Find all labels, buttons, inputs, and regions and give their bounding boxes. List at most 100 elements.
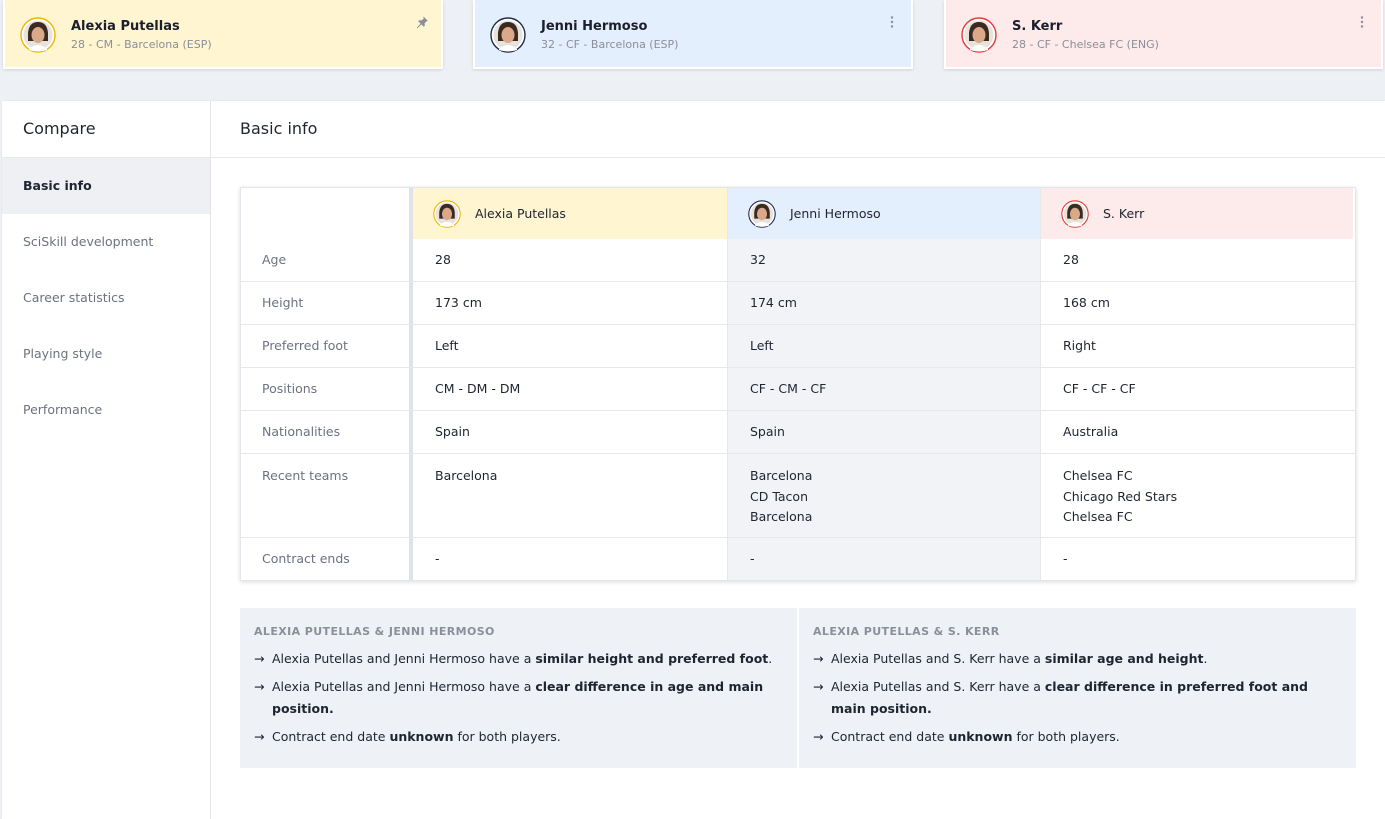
compare-sidebar: Compare Basic info SciSkill development … bbox=[2, 101, 211, 819]
table-header-player-2: Jenni Hermoso bbox=[727, 188, 1040, 239]
table-row: Preferred foot Left Left Right bbox=[241, 324, 1355, 367]
player-avatar bbox=[748, 199, 776, 228]
table-cell: Barcelona CD Tacon Barcelona bbox=[727, 454, 1040, 537]
row-label: Nationalities bbox=[241, 411, 413, 453]
insight-text: Alexia Putellas and S. Kerr have a bbox=[831, 651, 1045, 666]
insight-emphasis: similar age and height bbox=[1044, 651, 1204, 666]
player-name: Jenni Hermoso bbox=[790, 206, 881, 221]
insight-emphasis: unknown bbox=[948, 729, 1013, 744]
table-row: Recent teams Barcelona Barcelona CD Tacon Ba… bbox=[241, 453, 1355, 537]
player-cards: Alexia Putellas 28 - CM - Barcelona (ESP… bbox=[0, 0, 1385, 72]
sidebar-item-performance[interactable]: Performance bbox=[2, 382, 210, 438]
table-cell: Barcelona bbox=[413, 454, 727, 537]
player-avatar bbox=[961, 17, 997, 53]
insight-heading: ALEXIA PUTELLAS & S. KERR bbox=[813, 625, 1000, 638]
table-cell: - bbox=[727, 538, 1040, 580]
table-cell: 173 cm bbox=[435, 295, 482, 310]
divider bbox=[211, 157, 1385, 158]
pin-icon[interactable] bbox=[415, 14, 429, 33]
table-row: Nationalities Spain Spain Australia bbox=[241, 410, 1355, 453]
row-label: Preferred foot bbox=[241, 325, 413, 367]
insight-heading: ALEXIA PUTELLAS & JENNI HERMOSO bbox=[254, 625, 495, 638]
table-row: Height 173 cm 174 cm 168 cm bbox=[241, 281, 1355, 324]
player-avatar bbox=[1061, 199, 1089, 228]
insight-box-2: ALEXIA PUTELLAS & S. KERR → Alexia Putell… bbox=[799, 608, 1356, 768]
insight-emphasis: similar height and preferred foot bbox=[535, 651, 769, 666]
player-name: Jenni Hermoso bbox=[541, 19, 648, 34]
table-header-player-3: S. Kerr bbox=[1040, 188, 1353, 239]
table-cell: CM - DM - DM bbox=[435, 381, 521, 396]
insight-text: Alexia Putellas and Jenni Hermoso have a bbox=[272, 679, 536, 694]
insight-text: Contract end date bbox=[831, 729, 949, 744]
player-meta: 28 - CF - Chelsea FC (ENG) bbox=[1012, 38, 1159, 51]
table-cell: 174 cm bbox=[727, 282, 1040, 324]
insight-text: . bbox=[768, 651, 773, 666]
player-card-1[interactable]: Alexia Putellas 28 - CM - Barcelona (ESP… bbox=[3, 0, 443, 69]
table-cell: - bbox=[1040, 538, 1353, 580]
player-meta: 28 - CM - Barcelona (ESP) bbox=[71, 38, 212, 51]
content-area: Basic info Alexia Putellas Jenni Hermoso… bbox=[211, 101, 1385, 819]
insight-line: → Contract end date unknown for both play… bbox=[254, 726, 783, 748]
row-label: Recent teams bbox=[241, 454, 413, 537]
team-name: CD Tacon bbox=[750, 488, 808, 504]
sidebar-item-playing-style[interactable]: Playing style bbox=[2, 326, 210, 382]
team-name: Chicago Red Stars bbox=[1063, 488, 1178, 504]
table-cell: Australia bbox=[1040, 411, 1353, 453]
table-cell: CF - CM - CF bbox=[727, 368, 1040, 410]
insight-line: → Alexia Putellas and Jenni Hermoso have … bbox=[254, 676, 783, 720]
insight-text: for both players. bbox=[1012, 729, 1120, 744]
table-cell: Spain bbox=[435, 424, 470, 439]
arrow-right-icon: → bbox=[254, 729, 265, 744]
table-cell: CF - CF - CF bbox=[1040, 368, 1353, 410]
more-vertical-icon[interactable] bbox=[885, 14, 899, 33]
comparison-table: Alexia Putellas Jenni Hermoso S. Kerr Ag… bbox=[240, 187, 1356, 581]
team-name: Barcelona bbox=[750, 468, 813, 483]
insight-line: → Alexia Putellas and S. Kerr have a simi… bbox=[813, 648, 1342, 670]
row-label: Height bbox=[241, 282, 413, 324]
row-label: Positions bbox=[241, 368, 413, 410]
row-label: Contract ends bbox=[241, 538, 413, 580]
player-avatar bbox=[20, 17, 56, 53]
compare-panel: Compare Basic info SciSkill development … bbox=[2, 101, 1385, 819]
table-row: Age 28 32 28 bbox=[241, 239, 1355, 281]
player-avatar bbox=[490, 17, 526, 53]
table-cell: 28 bbox=[435, 252, 451, 267]
table-cell: 32 bbox=[727, 239, 1040, 281]
player-card-3[interactable]: S. Kerr 28 - CF - Chelsea FC (ENG) bbox=[944, 0, 1383, 69]
insight-line: → Alexia Putellas and Jenni Hermoso have … bbox=[254, 648, 783, 670]
player-card-2[interactable]: Jenni Hermoso 32 - CF - Barcelona (ESP) bbox=[473, 0, 913, 69]
insight-line: → Contract end date unknown for both play… bbox=[813, 726, 1342, 748]
player-name: Alexia Putellas bbox=[475, 206, 566, 221]
more-vertical-icon[interactable] bbox=[1355, 14, 1369, 33]
team-name: Chelsea FC bbox=[1063, 468, 1133, 483]
player-name: S. Kerr bbox=[1012, 19, 1063, 34]
arrow-right-icon: → bbox=[813, 651, 824, 666]
player-name: S. Kerr bbox=[1103, 206, 1145, 221]
table-corner-cell bbox=[241, 188, 413, 239]
row-label: Age bbox=[241, 239, 413, 281]
table-cell: Spain bbox=[727, 411, 1040, 453]
sidebar-nav: Basic info SciSkill development Career s… bbox=[2, 158, 210, 438]
team-name: Barcelona bbox=[750, 509, 813, 524]
player-name: Alexia Putellas bbox=[71, 19, 180, 34]
insight-line: → Alexia Putellas and S. Kerr have a clea… bbox=[813, 676, 1342, 720]
player-meta: 32 - CF - Barcelona (ESP) bbox=[541, 38, 679, 51]
insight-lines: → Alexia Putellas and S. Kerr have a simi… bbox=[813, 648, 1342, 748]
table-cell: Left bbox=[435, 338, 459, 353]
sidebar-item-career-statistics[interactable]: Career statistics bbox=[2, 270, 210, 326]
arrow-right-icon: → bbox=[813, 679, 824, 694]
sidebar-item-sciskill-development[interactable]: SciSkill development bbox=[2, 214, 210, 270]
insight-text: for both players. bbox=[453, 729, 561, 744]
insight-text: . bbox=[1203, 651, 1208, 666]
insight-text: Contract end date bbox=[272, 729, 390, 744]
arrow-right-icon: → bbox=[813, 729, 824, 744]
team-name: Chelsea FC bbox=[1063, 509, 1133, 524]
table-cell: - bbox=[435, 551, 440, 566]
table-cell: Right bbox=[1040, 325, 1353, 367]
insight-text: Alexia Putellas and S. Kerr have a bbox=[831, 679, 1045, 694]
table-header-row: Alexia Putellas Jenni Hermoso S. Kerr bbox=[241, 188, 1355, 239]
insight-emphasis: unknown bbox=[389, 729, 454, 744]
insight-lines: → Alexia Putellas and Jenni Hermoso have … bbox=[254, 648, 783, 748]
insight-box-1: ALEXIA PUTELLAS & JENNI HERMOSO → Alexia … bbox=[240, 608, 797, 768]
sidebar-item-basic-info[interactable]: Basic info bbox=[2, 158, 210, 214]
